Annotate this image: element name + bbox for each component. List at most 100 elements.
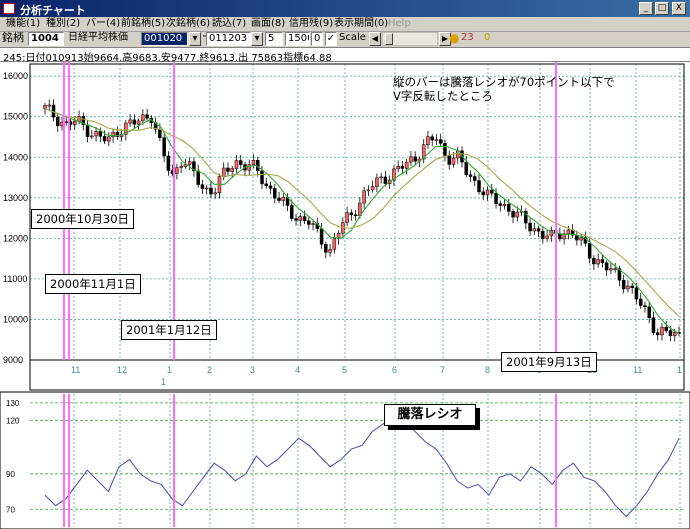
candle-up xyxy=(532,228,537,232)
date-tick-label: 11 xyxy=(633,365,642,375)
candle-up xyxy=(345,212,349,223)
end-date-dropdown[interactable]: ▾ xyxy=(251,32,263,46)
candle-up xyxy=(545,235,549,239)
minimize-button[interactable]: _ xyxy=(639,2,653,15)
date-label-2000-11-01: 2000年11月1日 xyxy=(45,274,141,294)
end-date-input[interactable]: 011203 xyxy=(206,32,251,46)
maximize-button[interactable]: □ xyxy=(655,2,669,15)
date-tick-label: 7 xyxy=(440,365,445,375)
candle-down xyxy=(443,143,447,156)
candle-up xyxy=(281,197,286,201)
menu-bar: 機能(1) 種別(2) バー(4) 前銘柄(5) 次銘柄(6) 読込(7) 画面(8) 信用残… xyxy=(0,17,690,32)
candle-down xyxy=(132,119,137,125)
candle-up xyxy=(213,192,217,195)
candle-down xyxy=(592,258,596,265)
candle-down xyxy=(196,170,200,185)
candle-up xyxy=(566,229,571,234)
menu-item-7[interactable]: 信用残(9) xyxy=(289,17,333,31)
candle-up xyxy=(362,190,366,204)
offset-input[interactable]: 0 xyxy=(311,32,323,46)
menu-item-5[interactable]: 読込(7) xyxy=(212,17,246,31)
price-tick-label: 11000 xyxy=(3,274,27,284)
scale-checkbox[interactable]: ✓ xyxy=(325,32,337,46)
date-tick-label: 3 xyxy=(250,365,255,375)
date-tick-label: 2 xyxy=(207,365,212,375)
date-tick-label: 12 xyxy=(117,365,127,375)
candle-up xyxy=(609,268,613,271)
candle-down xyxy=(604,262,609,271)
candle-down xyxy=(162,137,166,157)
menu-item-0[interactable]: 機能(1) xyxy=(6,17,40,31)
chart-panel: 16000 15000 14000 13000 12000 11000 10000 9000 1… xyxy=(0,62,690,529)
menu-item-1[interactable]: 種別(2) xyxy=(46,17,80,31)
code-input[interactable]: 1004 xyxy=(28,32,64,46)
candle-down xyxy=(268,185,273,189)
candle-up xyxy=(672,332,677,337)
candle-down xyxy=(238,160,243,165)
stock-name: 日経平均株価 xyxy=(68,32,128,43)
candle-up xyxy=(502,203,507,206)
candle-up xyxy=(221,167,226,177)
ratio-frame xyxy=(0,391,690,529)
candle-down xyxy=(260,170,264,185)
candle-up xyxy=(90,135,94,138)
candle-up xyxy=(187,161,192,165)
candle-up xyxy=(179,166,183,168)
date-tick-label: 1 xyxy=(167,365,172,375)
candle-down xyxy=(226,167,230,172)
candle-up xyxy=(136,120,141,125)
count-input[interactable]: 1500 xyxy=(285,32,310,46)
candle-down xyxy=(400,166,405,169)
close-button[interactable]: X xyxy=(672,2,686,15)
candle-up xyxy=(379,176,383,179)
candle-up xyxy=(596,259,600,265)
candle-down xyxy=(655,332,660,336)
candle-down xyxy=(643,305,647,308)
candle-up xyxy=(251,160,256,166)
price-tick-label: 12000 xyxy=(3,233,28,243)
date-tick-sublabel: 1 xyxy=(161,377,166,387)
price-tick-label: 16000 xyxy=(3,71,28,81)
date-tick-label: 5 xyxy=(342,365,347,375)
marker-bar-ratio-2 xyxy=(68,394,70,527)
scroll-thumb[interactable] xyxy=(385,33,393,45)
date-tick-label: 6 xyxy=(392,365,397,375)
candle-down xyxy=(447,155,451,165)
menu-item-8[interactable]: 表示期間(0) xyxy=(334,17,388,31)
candle-down xyxy=(430,136,434,141)
candle-down xyxy=(511,211,515,218)
candle-down xyxy=(349,212,354,216)
candle-up xyxy=(328,249,332,253)
candle-down xyxy=(56,116,60,127)
date-tick-label: 11 xyxy=(71,365,80,375)
scroll-left-button[interactable]: ◀ xyxy=(369,32,381,46)
menu-item-9: Help xyxy=(388,18,411,29)
price-tick-label: 9000 xyxy=(3,355,23,365)
candle-up xyxy=(234,160,239,169)
start-date-input[interactable]: 001020 xyxy=(141,32,188,46)
menu-item-6[interactable]: 画面(8) xyxy=(251,17,285,31)
candle-down xyxy=(647,306,651,318)
candle-up xyxy=(515,211,520,218)
arrow-left-icon: ◀ xyxy=(371,34,379,43)
candle-down xyxy=(587,243,592,259)
chevron-down-icon: ▾ xyxy=(254,33,260,44)
menu-item-4[interactable]: 次銘柄(6) xyxy=(166,17,210,31)
candle-up xyxy=(332,238,337,250)
candle-down xyxy=(294,218,298,221)
candle-up xyxy=(73,121,77,125)
menu-item-3[interactable]: 前銘柄(5) xyxy=(121,17,165,31)
menu-item-2[interactable]: バー(4) xyxy=(86,17,120,31)
candle-down xyxy=(353,214,358,217)
candle-down xyxy=(158,129,162,138)
chart-svg: 16000 15000 14000 13000 12000 11000 10000 9000 1… xyxy=(0,63,690,529)
ratio-title: 騰落レシオ xyxy=(384,404,480,430)
scroll-track[interactable] xyxy=(382,32,438,46)
start-date-dropdown[interactable]: ▾ xyxy=(189,32,201,46)
info-bar: 245:日付010913始9664.高9683.安9477.終9613.出 75… xyxy=(0,47,690,64)
candle-down xyxy=(438,139,443,144)
candle-down xyxy=(464,161,468,175)
candle-down xyxy=(536,228,541,232)
step-input[interactable]: 5 xyxy=(265,32,283,46)
candle-down xyxy=(273,188,277,199)
